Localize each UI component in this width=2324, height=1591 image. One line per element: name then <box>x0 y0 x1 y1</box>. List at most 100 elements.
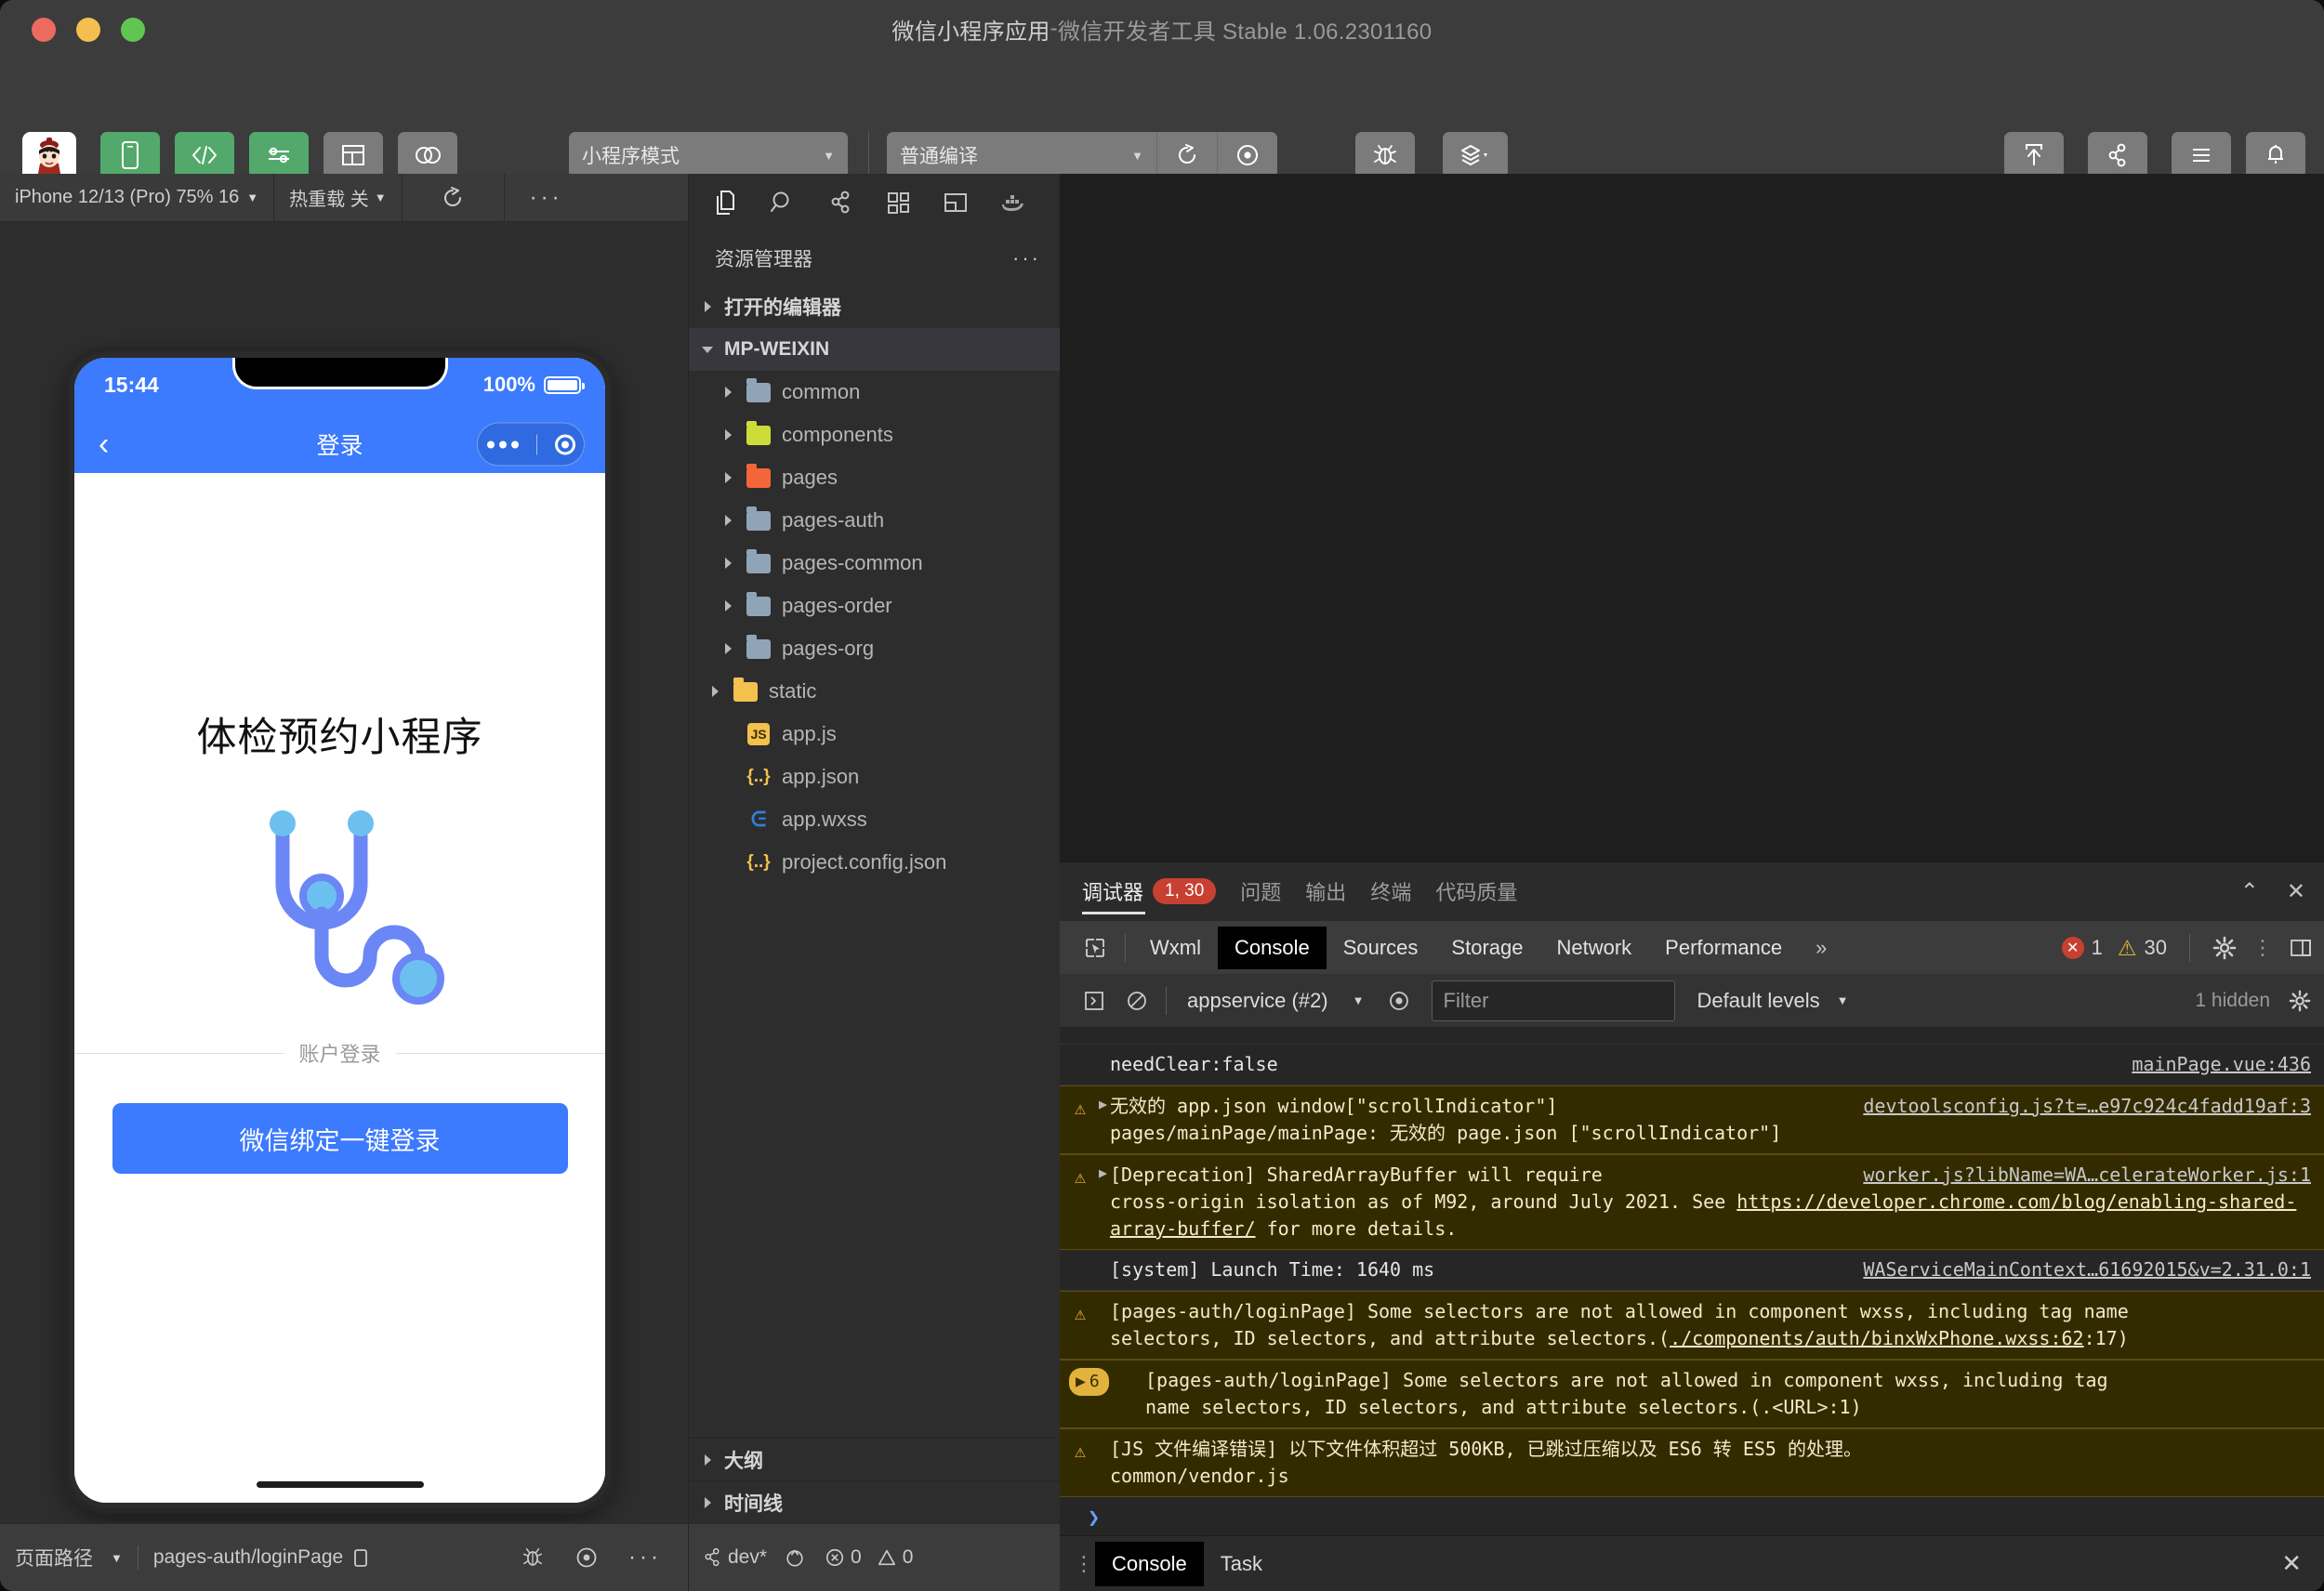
tab-code-quality[interactable]: 代码质量 <box>1435 862 1517 920</box>
preview-button[interactable] <box>1218 132 1277 178</box>
tab-output[interactable]: 输出 <box>1305 862 1346 920</box>
source-control-icon[interactable] <box>812 174 869 231</box>
drawer-tab-console[interactable]: Console <box>1095 1541 1204 1586</box>
section-open-editors[interactable]: 打开的编辑器 <box>689 285 1060 328</box>
eye-icon[interactable] <box>1378 980 1420 1022</box>
status-eye-button[interactable] <box>560 1545 614 1570</box>
warning-count-badge[interactable]: 0 <box>877 1546 913 1569</box>
log-source-link[interactable]: mainPage.vue:436 <box>2132 1051 2311 1078</box>
log-source-link[interactable]: worker.js?libName=WA…celerateWorker.js:1 <box>1863 1162 2311 1189</box>
section-mp-weixin[interactable]: MP-WEIXIN <box>689 328 1060 371</box>
section-outline[interactable]: 大纲 <box>689 1438 1061 1480</box>
section-timeline[interactable]: 时间线 <box>689 1480 1061 1523</box>
compile-button[interactable] <box>1157 132 1217 178</box>
error-count-badge[interactable]: 0 <box>825 1546 862 1569</box>
split-icon[interactable] <box>927 174 984 231</box>
close-icon[interactable]: ✕ <box>2287 878 2305 905</box>
tree-item[interactable]: pages-order <box>689 585 1060 627</box>
capsule-target-icon[interactable] <box>554 434 575 454</box>
drawer-tab-task[interactable]: Task <box>1204 1542 1279 1586</box>
tree-item[interactable]: JS app.js <box>689 713 1060 756</box>
log-link[interactable]: ./components/auth/binxWxPhone.wxss:62 <box>1670 1327 2084 1349</box>
devtools-tab-wxml[interactable]: Wxml <box>1133 927 1218 969</box>
status-bug-button[interactable] <box>506 1545 560 1570</box>
device-select[interactable]: iPhone 12/13 (Pro) 75% 16 ▼ <box>0 173 275 222</box>
chevron-left-icon[interactable]: ‹ <box>99 428 109 460</box>
log-entry[interactable]: ⚠ ▶ 无效的 app.json window["scrollIndicator… <box>1060 1085 2324 1154</box>
tree-item[interactable]: pages-auth <box>689 499 1060 542</box>
log-source-link[interactable]: devtoolsconfig.js?t=…e97c924c4fadd19af:3 <box>1863 1093 2311 1120</box>
devtools-tab-console[interactable]: Console <box>1217 926 1327 969</box>
kebab-icon[interactable]: ⋮ <box>2251 936 2274 960</box>
branch-icon[interactable] <box>702 1545 722 1570</box>
panel-icon[interactable] <box>1073 980 1116 1022</box>
tree-item[interactable]: {..} project.config.json <box>689 841 1060 884</box>
page-path-select[interactable]: 页面路径 ▼ <box>0 1544 138 1571</box>
group-count-badge[interactable]: ▶ 6 <box>1069 1368 1109 1397</box>
more-icon[interactable]: ··· <box>1012 246 1041 270</box>
tree-item[interactable]: pages-org <box>689 627 1060 670</box>
simulator-refresh-button[interactable] <box>403 173 505 222</box>
status-more-button[interactable]: ··· <box>614 1545 688 1571</box>
compile-select[interactable]: 普通编译 ▼ <box>887 132 1156 178</box>
editor-area[interactable] <box>1060 174 2324 861</box>
search-icon[interactable] <box>754 174 812 231</box>
panel-actions: ⌃ ✕ <box>2240 862 2305 920</box>
devtools-tab-sources[interactable]: Sources <box>1327 927 1435 969</box>
kebab-icon[interactable]: ⋮ <box>1073 1552 1095 1576</box>
tree-item[interactable]: components <box>689 414 1060 456</box>
log-entry[interactable] <box>1060 1028 2324 1045</box>
console-filter-input[interactable]: Filter <box>1431 980 1675 1021</box>
docker-icon[interactable] <box>984 174 1042 231</box>
devtools-tab-storage[interactable]: Storage <box>1434 927 1539 969</box>
tree-item[interactable]: {..} app.json <box>689 756 1060 798</box>
extensions-icon[interactable] <box>869 174 927 231</box>
clear-console-icon[interactable] <box>1116 980 1158 1022</box>
gear-icon[interactable] <box>2289 990 2311 1012</box>
inspect-icon[interactable] <box>1073 927 1117 969</box>
capsule-more-icon[interactable] <box>486 440 519 448</box>
close-icon[interactable]: ✕ <box>2281 1549 2302 1578</box>
tab-debugger[interactable]: 调试器 1, 30 <box>1082 862 1217 920</box>
chevron-up-icon[interactable]: ⌃ <box>2240 878 2259 905</box>
mode-select[interactable]: 小程序模式 ▼ <box>569 132 848 178</box>
tree-item[interactable]: pages-common <box>689 542 1060 585</box>
devtools-tab-performance[interactable]: Performance <box>1648 927 1799 969</box>
console-context-select[interactable]: appservice (#2) ▼ <box>1174 989 1378 1013</box>
log-entry[interactable]: ⚠ [JS 文件编译错误] 以下文件体积超过 500KB, 已跳过压缩以及 ES… <box>1060 1428 2324 1497</box>
tree-item[interactable]: ᕮ app.wxss <box>689 798 1060 841</box>
more-icon: ··· <box>529 184 563 210</box>
tab-problems[interactable]: 问题 <box>1240 862 1281 920</box>
log-entry[interactable]: ⚠ ▶ [Deprecation] SharedArrayBuffer will… <box>1060 1154 2324 1250</box>
tab-terminal[interactable]: 终端 <box>1370 862 1411 920</box>
console-levels-select[interactable]: Default levels ▼ <box>1697 989 1849 1013</box>
files-icon[interactable] <box>696 174 754 231</box>
gear-icon[interactable] <box>2212 936 2237 960</box>
simulator-status-bar: 页面路径 ▼ pages-auth/loginPage ··· <box>0 1523 688 1591</box>
log-entry-grouped[interactable]: ▶ 6 [pages-auth/loginPage] Some selector… <box>1060 1360 2324 1428</box>
chevrons-right-icon[interactable]: » <box>1799 927 1843 969</box>
devtools-tab-network[interactable]: Network <box>1539 927 1648 969</box>
wechat-capsule[interactable] <box>477 422 585 467</box>
section-label: MP-WEIXIN <box>724 338 830 360</box>
tree-item[interactable]: pages <box>689 456 1060 499</box>
dock-icon[interactable] <box>2289 936 2313 960</box>
tree-item[interactable]: static <box>689 670 1060 713</box>
hot-reload-select[interactable]: 热重载 关 ▼ <box>274 173 403 222</box>
log-entry[interactable]: ⚠ [pages-auth/loginPage] Some selectors … <box>1060 1291 2324 1360</box>
warning-indicator[interactable]: ⚠ 30 <box>2118 936 2167 961</box>
tree-item[interactable]: common <box>689 371 1060 414</box>
branch-name[interactable]: dev* <box>728 1546 767 1569</box>
error-indicator[interactable]: ✕ 1 <box>2061 936 2103 960</box>
log-entry[interactable]: needClear:false mainPage.vue:436 <box>1060 1045 2324 1085</box>
copy-icon[interactable] <box>351 1547 370 1568</box>
console-prompt[interactable]: ❯ <box>1060 1497 2324 1535</box>
simulator-more-button[interactable]: ··· <box>505 174 588 222</box>
log-entry[interactable]: [system] Launch Time: 1640 ms WAServiceM… <box>1060 1250 2324 1291</box>
console-output[interactable]: needClear:false mainPage.vue:436 ⚠ ▶ 无效的… <box>1060 1028 2324 1535</box>
expand-arrow-icon[interactable]: ▶ <box>1099 1164 1107 1184</box>
sync-icon[interactable] <box>784 1546 806 1569</box>
expand-arrow-icon[interactable]: ▶ <box>1099 1095 1107 1115</box>
log-source-link[interactable]: WAServiceMainContext…61692015&v=2.31.0:1 <box>1863 1256 2311 1283</box>
wechat-login-button[interactable]: 微信绑定一键登录 <box>112 1103 568 1174</box>
